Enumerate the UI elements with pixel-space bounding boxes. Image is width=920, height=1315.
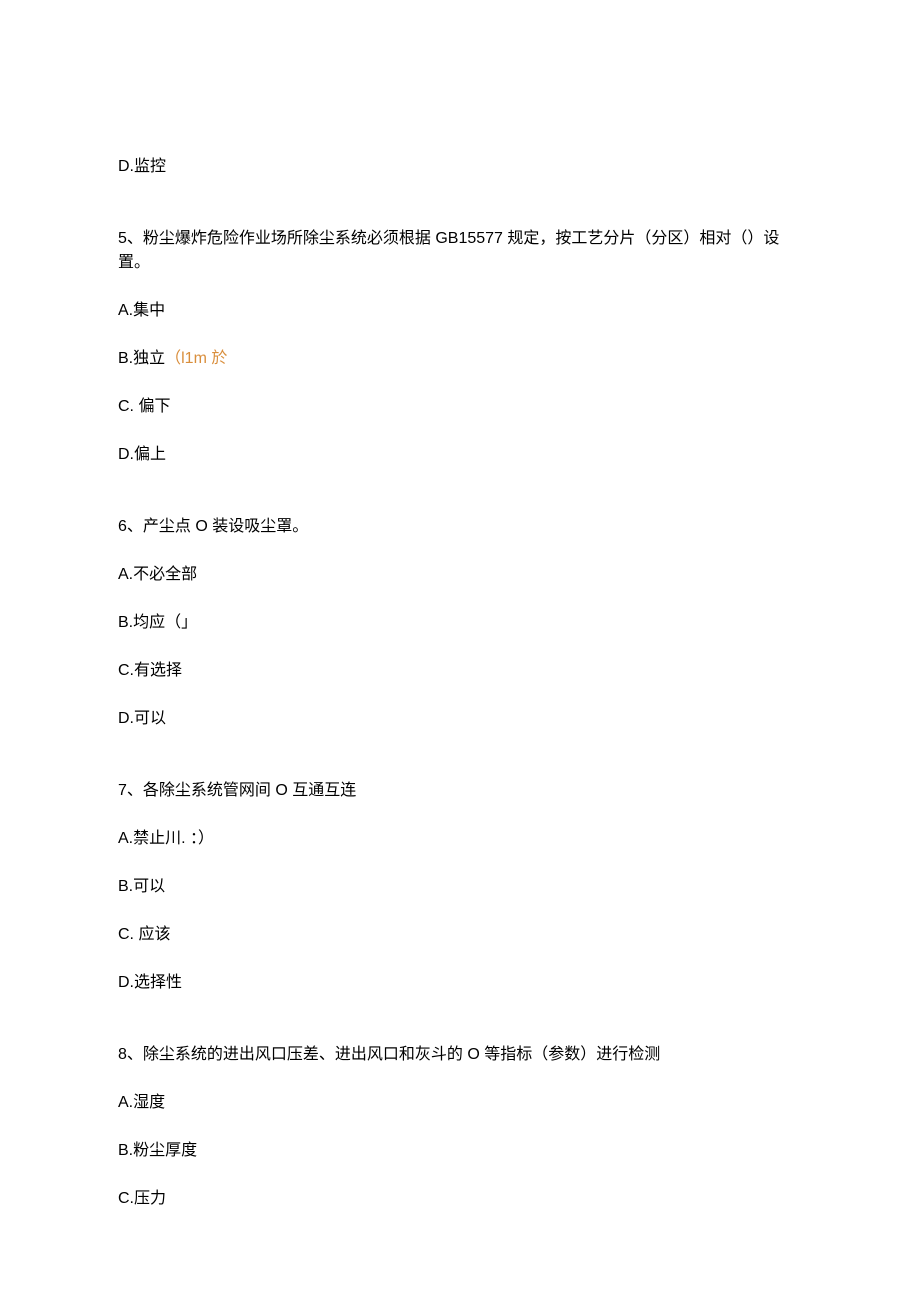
q6-stem: 6、产尘点 O 装设吸尘罩。 xyxy=(118,515,802,539)
q6-option-c: C.有选择 xyxy=(118,659,802,683)
q8-option-a: A.湿度 xyxy=(118,1091,802,1115)
q5-option-b: B.独立（l1m 於 xyxy=(118,347,802,371)
q6-option-b: B.均应（」 xyxy=(118,611,802,635)
q5-option-d: D.偏上 xyxy=(118,443,802,467)
q6-option-a: A.不必全部 xyxy=(118,563,802,587)
q4-option-d: D.监控 xyxy=(118,155,802,179)
document-page: D.监控 5、粉尘爆炸危险作业场所除尘系统必须根据 GB15577 规定，按工艺… xyxy=(0,0,920,1315)
q7-option-b: B.可以 xyxy=(118,875,802,899)
q6-option-d: D.可以 xyxy=(118,707,802,731)
q7-stem: 7、各除尘系统管网间 O 互通互连 xyxy=(118,779,802,803)
q8-option-c: C.压力 xyxy=(118,1187,802,1211)
q7-option-a: A.禁止川. ：） xyxy=(118,827,802,851)
q5-option-b-prefix: B.独立 xyxy=(118,350,165,367)
q8-stem: 8、除尘系统的进出风口压差、进出风口和灰斗的 O 等指标（参数）进行检测 xyxy=(118,1043,802,1067)
q5-stem: 5、粉尘爆炸危险作业场所除尘系统必须根据 GB15577 规定，按工艺分片（分区… xyxy=(118,227,802,275)
q5-option-a: A.集中 xyxy=(118,299,802,323)
q5-option-c: C. 偏下 xyxy=(118,395,802,419)
q8-option-b: B.粉尘厚度 xyxy=(118,1139,802,1163)
q7-option-c: C. 应该 xyxy=(118,923,802,947)
q5-option-b-note: （l1m 於 xyxy=(165,350,227,367)
q7-option-d: D.选择性 xyxy=(118,971,802,995)
